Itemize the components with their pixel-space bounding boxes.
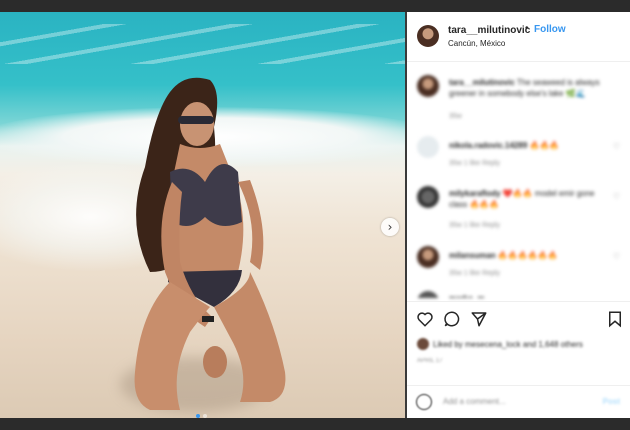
comment-meta: 35w 1 like Reply: [449, 160, 500, 167]
comment-input[interactable]: Add a comment...: [443, 397, 506, 406]
commenter-avatar[interactable]: [417, 246, 439, 268]
post-comment-button[interactable]: Post: [603, 397, 620, 406]
post-side-panel: tara__milutinovic • Follow Cancún, Méxic…: [407, 12, 630, 418]
header-separator: •: [525, 23, 529, 34]
like-comment-icon[interactable]: ♡: [613, 252, 620, 261]
post-header: tara__milutinovic • Follow Cancún, Méxic…: [407, 12, 630, 62]
emoji-icon[interactable]: [416, 394, 432, 410]
next-photo-button[interactable]: ›: [381, 218, 399, 236]
bookmark-icon[interactable]: [606, 310, 624, 328]
modal-bottom-bar: [0, 418, 630, 430]
comment-text: marko_m ...: [449, 293, 609, 298]
post-location[interactable]: Cancún, México: [448, 39, 505, 48]
modal-top-bar: [0, 0, 630, 12]
commenter-avatar[interactable]: [417, 136, 439, 158]
comment-meta: 35w 1 like Reply: [449, 222, 500, 229]
share-icon[interactable]: [470, 310, 488, 328]
post-modal: › tara__milutinovic • Follow Cancún, Méx…: [0, 0, 630, 430]
comments-list[interactable]: tara__milutinovic The seaweed is always …: [407, 63, 630, 298]
post-actions: Liked by mesecena_lock and 1,648 others …: [407, 301, 630, 391]
like-comment-icon[interactable]: ♡: [613, 192, 620, 201]
comment-meta: 35w 1 like Reply: [449, 270, 500, 277]
comment-icon[interactable]: [443, 310, 461, 328]
comment-text: nikola.radovic.14289 🔥🔥🔥: [449, 141, 560, 150]
commenter-avatar[interactable]: [417, 186, 439, 208]
caption-avatar[interactable]: [417, 75, 439, 97]
author-username[interactable]: tara__milutinovic: [448, 25, 530, 36]
post-photo[interactable]: ›: [0, 12, 405, 418]
liked-by-avatar: [417, 338, 429, 350]
liked-by-text[interactable]: Liked by mesecena_lock and 1,648 others: [433, 340, 583, 349]
comment-text: milykaraflody ❤️🔥🔥 model emir gone class…: [449, 189, 595, 209]
caption-text: tara__milutinovic The seaweed is always …: [449, 78, 600, 98]
comment-text: milansuman 🔥🔥🔥🔥🔥🔥: [449, 251, 558, 260]
caption-meta: 35w: [449, 113, 462, 120]
author-avatar[interactable]: [417, 25, 439, 47]
follow-button[interactable]: Follow: [534, 24, 566, 35]
like-comment-icon[interactable]: ♡: [613, 142, 620, 151]
ocean-texture: [0, 24, 405, 64]
person-figure: [134, 77, 286, 410]
heart-icon[interactable]: [416, 310, 434, 328]
post-date: APRIL 17: [417, 358, 443, 364]
commenter-avatar[interactable]: [417, 291, 439, 298]
add-comment-bar: Add a comment... Post: [407, 385, 630, 418]
